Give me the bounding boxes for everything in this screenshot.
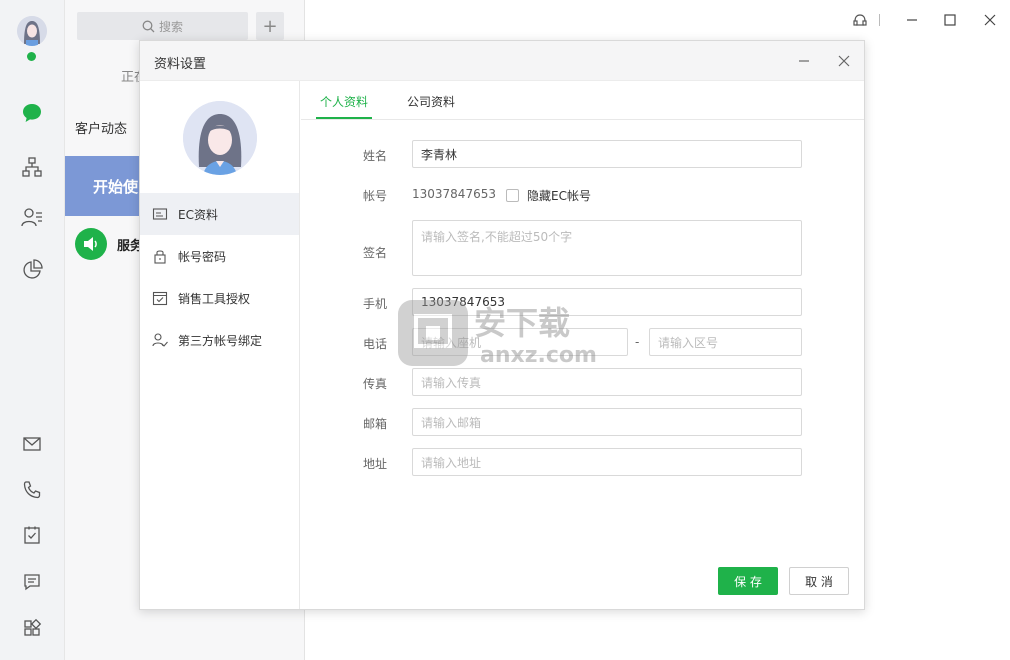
phone-label: 电话 [363,337,388,351]
profile-tabs: 个人资料 公司资料 [301,81,864,120]
contacts-icon[interactable] [20,205,44,229]
signature-label: 签名 [363,246,388,260]
account-value: 13037847653 [412,187,496,201]
user-check-icon [152,333,168,347]
mobile-label: 手机 [363,297,388,311]
fax-placeholder: 请输入传真 [421,375,482,390]
signature-textarea[interactable]: 请输入签名,不能超过50个字 [412,220,802,276]
area-code-placeholder: 请输入区号 [658,335,719,350]
minimize-icon[interactable] [902,10,922,30]
maximize-icon[interactable] [940,10,960,30]
chat-icon[interactable] [20,101,44,125]
side-menu-account-password[interactable]: 帐号密码 [140,235,299,277]
message-icon[interactable] [20,570,44,594]
name-label: 姓名 [363,149,388,163]
side-menu-sales-tool-auth[interactable]: 销售工具授权 [140,277,299,319]
name-field[interactable]: 李青林 [412,140,802,168]
dialog-header: 资料设置 [140,41,864,81]
dialog-close-icon[interactable] [834,51,854,71]
user-avatar[interactable] [17,16,47,46]
apps-icon[interactable] [20,616,44,640]
dialog-side-menu: EC资料 帐号密码 销售工具授权 第三方帐号绑定 [140,81,300,609]
dialog-minimize-icon[interactable] [794,51,814,71]
dialog-title: 资料设置 [154,57,207,72]
add-button[interactable]: + [256,12,284,40]
list-item-service[interactable]: 服务 [75,228,143,260]
close-icon[interactable] [980,10,1000,30]
active-tab-indicator [316,117,372,119]
profile-avatar[interactable] [183,101,257,175]
hide-ec-account-checkbox[interactable] [506,189,519,202]
mail-icon[interactable] [20,432,44,456]
address-field[interactable]: 请输入地址 [412,448,802,476]
banner-text: 开始使 [93,177,139,196]
tab-personal-profile[interactable]: 个人资料 [320,93,368,110]
search-placeholder: 搜索 [158,19,183,34]
tab-company-profile[interactable]: 公司资料 [407,93,455,110]
side-menu-third-party-binding[interactable]: 第三方帐号绑定 [140,319,299,361]
address-placeholder: 请输入地址 [421,455,482,470]
side-menu-label: 帐号密码 [178,249,227,264]
search-icon [142,20,155,32]
email-label: 邮箱 [363,417,388,431]
checkbox-calendar-icon [152,291,168,306]
lock-icon [154,250,166,264]
online-status-dot [27,52,36,61]
watermark-logo: 安下载 anxz.com [396,296,612,372]
watermark-cn-text: 安下载 [474,304,570,342]
fax-field[interactable]: 请输入传真 [412,368,802,396]
email-placeholder: 请输入邮箱 [421,415,482,430]
task-icon[interactable] [20,523,44,547]
side-menu-label: 销售工具授权 [178,291,251,306]
report-pie-icon[interactable] [20,258,44,282]
speaker-icon [75,228,107,260]
left-rail [0,0,65,660]
org-chart-icon[interactable] [20,155,44,179]
watermark-en-text: anxz.com [480,343,597,368]
address-label: 地址 [363,457,388,471]
side-menu-ec-profile[interactable]: EC资料 [140,193,299,235]
save-button[interactable]: 保 存 [718,567,778,595]
fax-label: 传真 [363,377,388,391]
name-value: 李青林 [421,147,458,162]
title-divider [876,10,884,30]
email-field[interactable]: 请输入邮箱 [412,408,802,436]
section-title: 客户动态 [75,122,128,137]
side-menu-label: 第三方帐号绑定 [178,333,263,348]
area-code-field[interactable]: 请输入区号 [649,328,802,356]
customer-service-icon[interactable] [850,10,870,30]
signature-placeholder: 请输入签名,不能超过50个字 [421,230,573,244]
phone-separator: - [635,335,640,349]
search-input[interactable]: 搜索 [77,12,248,40]
account-label: 帐号 [363,189,388,203]
hide-ec-account-label: 隐藏EC帐号 [527,189,591,203]
cancel-button[interactable]: 取 消 [789,567,849,595]
phone-icon[interactable] [20,478,44,502]
side-menu-label: EC资料 [178,207,218,222]
id-card-icon [152,208,168,220]
